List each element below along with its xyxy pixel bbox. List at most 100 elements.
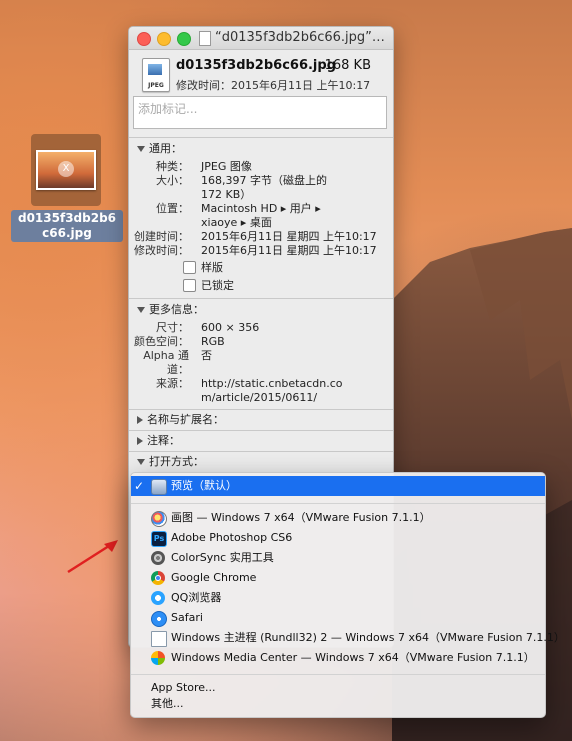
document-icon [151,631,167,647]
modified-value: 2015年6月11日 星期四 上午10:17 [201,244,377,257]
checkbox-icon[interactable] [183,260,196,274]
created-value: 2015年6月11日 星期四 上午10:17 [201,230,377,243]
color-space-value: RGB [201,335,225,348]
file-size: 168 KB [324,58,371,73]
alpha-value: 否 [201,349,212,362]
general-row: 创建时间： 2015年6月11日 星期四 上午10:17 [129,230,393,244]
created-label: 创建时间： [134,230,189,243]
colorsync-icon [151,551,165,565]
general-header[interactable]: 通用： [129,140,393,158]
media-center-icon [151,651,165,665]
name-extension-header[interactable]: 名称与扩展名： [129,411,393,429]
zoom-button[interactable] [177,32,191,46]
menu-item-label: ColorSync 实用工具 [171,551,274,564]
desktop-file-label: d0135f3db2b6c66.jpg [11,210,123,242]
comments-header[interactable]: 注释： [129,432,393,450]
menu-item-qq-browser[interactable]: QQ浏览器 [131,588,545,608]
menu-item-label: 预览（默认） [171,479,237,492]
photoshop-icon: Ps [151,531,167,547]
open-with-header[interactable]: 打开方式： [129,453,393,471]
stationery-label: 样版 [201,261,223,274]
menu-item-label: Google Chrome [171,571,257,584]
menu-item-media-center[interactable]: Windows Media Center — Windows 7 x64（VMw… [131,648,545,668]
chrome-icon [151,571,165,585]
menu-item-colorsync[interactable]: ColorSync 实用工具 [131,548,545,568]
locked-label: 已锁定 [201,279,234,292]
qq-browser-icon [151,591,165,605]
disclosure-right-icon [137,416,143,424]
general-row: 位置： Macintosh HD ▸ 用户 ▸ xiaoye ▸ 桌面 [129,202,393,230]
menu-item-label: 画图 — Windows 7 x64（VMware Fusion 7.1.1） [171,511,431,524]
dimensions-label: 尺寸： [156,321,189,334]
menu-item-label: Windows 主进程 (Rundll32) 2 — Windows 7 x64… [171,631,565,644]
menu-separator [131,674,545,675]
window-title: “d0135f3db2b6c66.jpg”… [215,30,385,45]
disclosure-down-icon [137,146,145,152]
general-row: 大小： 168,397 字节（磁盘上的 172 KB） [129,174,393,202]
more-info-section: 更多信息： 尺寸： 600 × 356 颜色空间： RGB Alpha 通道： … [129,298,393,409]
menu-item-label: Safari [171,611,203,624]
desktop-thumbnail: X [31,134,101,206]
more-info-row: Alpha 通道： 否 [129,349,393,377]
general-section: 通用： 种类： JPEG 图像 大小： 168,397 字节（磁盘上的 172 … [129,137,393,298]
disclosure-down-icon [137,459,145,465]
jpeg-file-icon[interactable]: JPEG [142,58,170,92]
info-header: JPEG d0135f3db2b6c66.jpg 168 KB 修改时间：201… [129,50,393,96]
menu-item-photoshop[interactable]: Ps Adobe Photoshop CS6 [131,528,545,548]
safari-icon [151,611,167,627]
source-label: 来源： [156,377,189,390]
location-label: 位置： [156,202,189,215]
source-value: http://static.cnbetacdn.com/article/2015… [201,377,343,404]
color-space-label: 颜色空间： [134,335,189,348]
menu-item-paint[interactable]: 画图 — Windows 7 x64（VMware Fusion 7.1.1） [131,508,545,528]
annotation-arrow-icon [67,540,118,574]
disclosure-down-icon [137,307,145,313]
disclosure-right-icon [137,437,143,445]
paint-icon [151,511,167,527]
more-info-row: 尺寸： 600 × 356 [129,321,393,335]
general-row: 种类： JPEG 图像 [129,160,393,174]
menu-item-preview[interactable]: ✓ 预览（默认） [131,476,545,496]
menu-item-other[interactable]: 其他... [131,694,545,714]
alpha-label: Alpha 通道： [143,349,189,376]
tags-field[interactable]: 添加标记... [133,96,387,129]
general-row: 修改时间： 2015年6月11日 星期四 上午10:17 [129,244,393,258]
open-with-section[interactable]: 打开方式： [129,451,393,472]
kind-label: 种类： [156,160,189,173]
name-extension-section[interactable]: 名称与扩展名： [129,409,393,430]
jpeg-icon-label: JPEG [148,82,164,89]
file-name: d0135f3db2b6c66.jpg [176,58,336,73]
image-thumbnail: X [36,150,96,190]
more-info-header[interactable]: 更多信息： [129,301,393,319]
locked-checkbox[interactable]: 已锁定 [129,276,393,294]
menu-separator [131,503,545,504]
menu-item-chrome[interactable]: Google Chrome [131,568,545,588]
close-button[interactable] [137,32,151,46]
modified-time: 修改时间：2015年6月11日 上午10:17 [176,79,371,92]
menu-item-label: QQ浏览器 [171,591,222,604]
menu-item-label: Windows Media Center — Windows 7 x64（VMw… [171,651,535,664]
osx-x-logo-icon: X [58,161,74,177]
open-with-menu: ✓ 预览（默认） 画图 — Windows 7 x64（VMware Fusio… [130,472,565,718]
dimensions-value: 600 × 356 [201,321,260,334]
document-icon[interactable] [199,31,211,46]
title-bar[interactable]: “d0135f3db2b6c66.jpg”… [129,27,393,50]
checkbox-icon[interactable] [183,278,196,292]
location-value: Macintosh HD ▸ 用户 ▸ xiaoye ▸ 桌面 [201,202,321,229]
preview-icon [151,479,167,495]
minimize-button[interactable] [157,32,171,46]
more-info-row: 颜色空间： RGB [129,335,393,349]
menu-item-rundll32[interactable]: Windows 主进程 (Rundll32) 2 — Windows 7 x64… [131,628,565,648]
menu-item-label: Adobe Photoshop CS6 [171,531,293,544]
comments-section[interactable]: 注释： [129,430,393,451]
stationery-checkbox[interactable]: 样版 [129,258,393,276]
menu-item-label: 其他... [151,697,184,710]
more-info-row: 来源： http://static.cnbetacdn.com/article/… [129,377,393,405]
size-label: 大小： [156,174,189,187]
desktop-file-icon[interactable]: X d0135f3db2b6c66.jpg [11,134,123,242]
size-value: 168,397 字节（磁盘上的 172 KB） [201,174,327,201]
menu-item-safari[interactable]: Safari [131,608,545,628]
checkmark-icon: ✓ [134,479,145,493]
kind-value: JPEG 图像 [201,160,252,173]
modified-label: 修改时间： [134,244,189,257]
